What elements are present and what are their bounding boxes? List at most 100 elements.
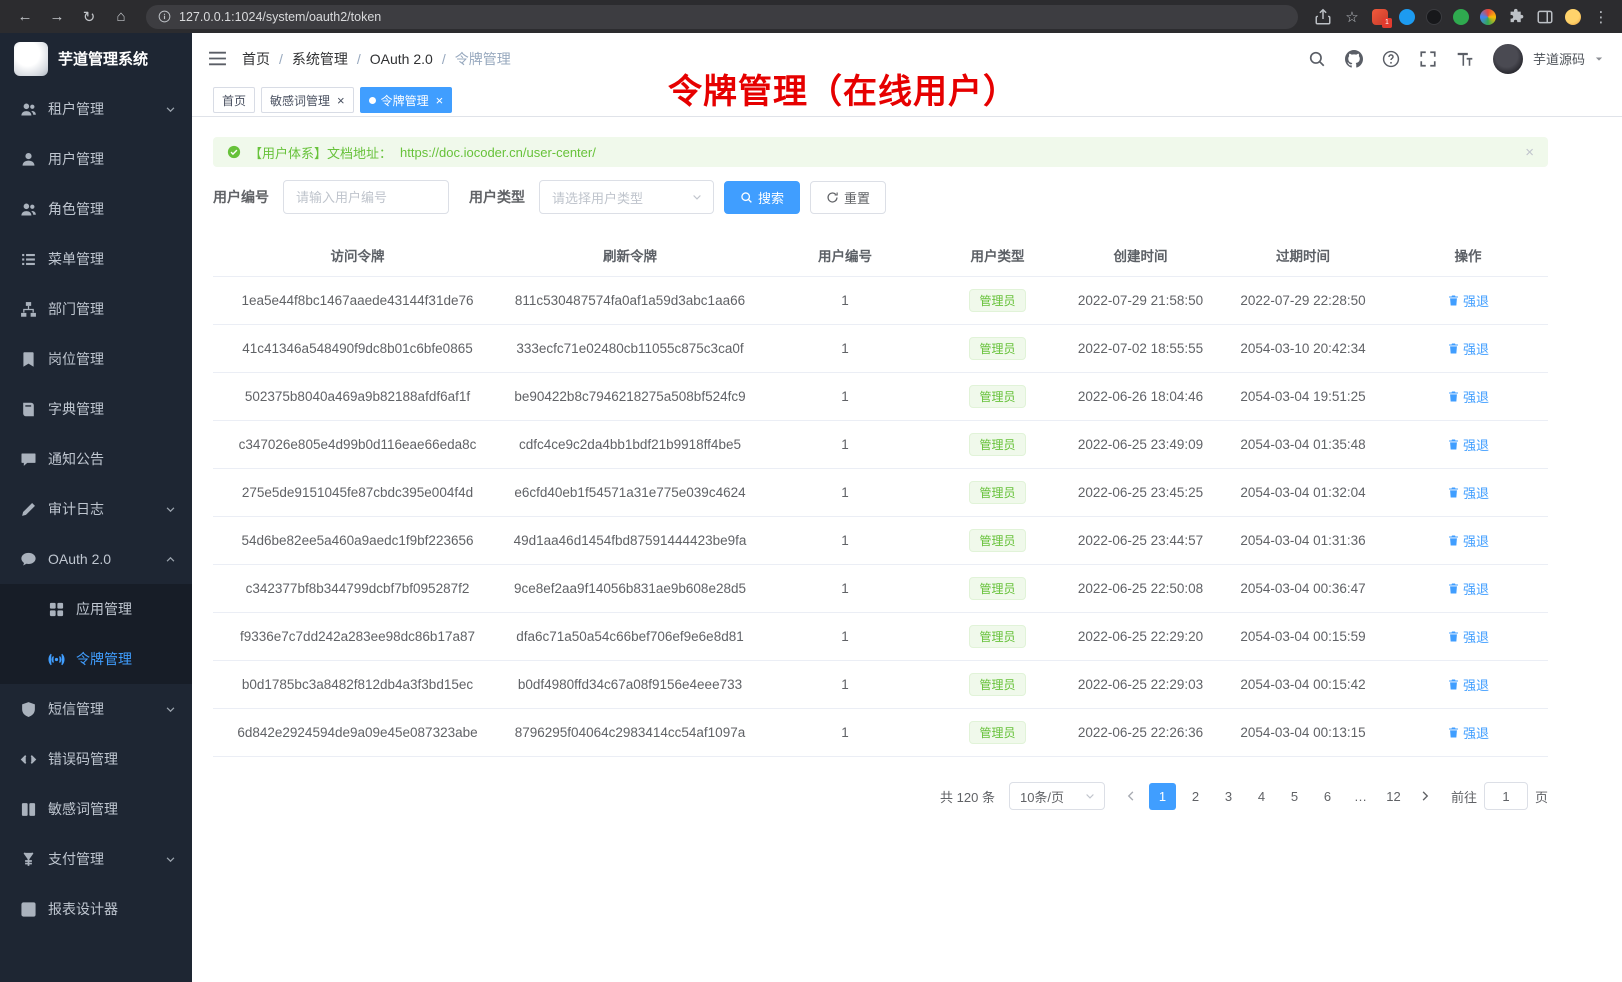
browser-extension-icon[interactable] [1480,9,1496,25]
goto-page-input[interactable] [1484,782,1528,810]
breadcrumb-item[interactable]: 首页 [242,49,270,69]
chevron-down-icon[interactable] [1594,54,1604,64]
force-logout-button[interactable]: 强退 [1447,579,1489,598]
sidebar-item-error-code[interactable]: 错误码管理 [0,734,192,784]
tab-token[interactable]: 令牌管理× [360,87,453,113]
sidebar-item-sensitive-words[interactable]: 敏感词管理 [0,784,192,834]
trash-icon [1447,534,1460,547]
page-button-4[interactable]: 4 [1248,783,1275,810]
browser-extension-icon[interactable] [1399,9,1415,25]
reset-button[interactable]: 重置 [810,181,886,214]
chevron-down-icon [165,104,176,115]
sidebar-item-oauth2[interactable]: OAuth 2.0 [0,534,192,584]
user-type-badge: 管理员 [969,529,1025,552]
browser-extension-icon[interactable]: 1 [1372,9,1388,25]
sidebar-collapse-icon[interactable] [208,51,227,66]
browser-extension-icon[interactable] [1426,9,1442,25]
font-size-icon[interactable] [1456,50,1474,68]
refresh-token-cell: e6cfd40eb1f54571a31e775e039c4624 [502,469,758,517]
fullscreen-icon[interactable] [1419,50,1437,68]
sidebar-item-dict[interactable]: 字典管理 [0,384,192,434]
user-type-select[interactable]: 请选择用户类型 [539,180,714,214]
browser-reload-icon[interactable]: ↻ [76,8,102,26]
sidebar-item-audit-log[interactable]: 审计日志 [0,484,192,534]
sidebar-item-role[interactable]: 角色管理 [0,184,192,234]
sidebar-item-label: 通知公告 [48,449,104,469]
badge-icon [20,351,37,368]
app-logo[interactable]: 芋道管理系统 [0,33,192,84]
tab-home[interactable]: 首页 [213,87,255,113]
sidebar-item-post[interactable]: 岗位管理 [0,334,192,384]
page-button-3[interactable]: 3 [1215,783,1242,810]
force-logout-button[interactable]: 强退 [1447,483,1489,502]
address-bar[interactable]: 127.0.0.1:1024/system/oauth2/token [146,5,1298,29]
page-button-5[interactable]: 5 [1281,783,1308,810]
sidebar-item-user[interactable]: 用户管理 [0,134,192,184]
expires-at-cell: 2054-03-04 00:36:47 [1218,565,1388,613]
page-button-12[interactable]: 12 [1380,783,1407,810]
url-text: 127.0.0.1:1024/system/oauth2/token [179,10,381,24]
user-id-input[interactable] [283,180,449,214]
sidebar-item-sms[interactable]: 短信管理 [0,684,192,734]
bookmark-star-icon[interactable]: ☆ [1343,8,1361,26]
sidebar-item-label: 菜单管理 [48,249,104,269]
breadcrumb-item[interactable]: 系统管理 [292,49,348,69]
created-at-cell: 2022-06-25 22:29:03 [1063,661,1218,709]
force-logout-button[interactable]: 强退 [1447,675,1489,694]
user-type-badge: 管理员 [969,625,1025,648]
expires-at-cell: 2054-03-04 00:13:15 [1218,709,1388,757]
close-icon[interactable]: × [436,94,444,107]
page-button-6[interactable]: 6 [1314,783,1341,810]
browser-menu-icon[interactable]: ⋮ [1592,8,1610,26]
extension-badge: 1 [1382,18,1392,28]
sidebar-item-tenant[interactable]: 租户管理 [0,84,192,134]
sidebar-item-oauth2-token[interactable]: 令牌管理 [0,634,192,684]
expires-at-cell: 2054-03-04 00:15:59 [1218,613,1388,661]
breadcrumb-item[interactable]: OAuth 2.0 [370,51,433,67]
force-logout-button[interactable]: 强退 [1447,723,1489,742]
browser-forward-icon[interactable]: → [44,8,70,25]
page-button-2[interactable]: 2 [1182,783,1209,810]
browser-extension-icon[interactable] [1453,9,1469,25]
sidebar-item-oauth2-app[interactable]: 应用管理 [0,584,192,634]
force-logout-button[interactable]: 强退 [1447,387,1489,406]
access-token-cell: 41c41346a548490f9dc8b01c6bfe0865 [213,325,502,373]
close-icon[interactable]: × [337,94,345,107]
search-icon [740,191,753,204]
force-logout-button[interactable]: 强退 [1447,339,1489,358]
pager-more-button[interactable]: … [1347,783,1374,810]
browser-profile-avatar[interactable] [1565,9,1581,25]
close-icon[interactable]: × [1525,144,1534,161]
user-type-label: 用户类型 [469,187,525,207]
share-icon[interactable] [1314,8,1332,26]
site-info-icon[interactable] [158,10,171,23]
search-button[interactable]: 搜索 [724,181,800,214]
force-logout-button[interactable]: 强退 [1447,291,1489,310]
force-logout-button[interactable]: 强退 [1447,627,1489,646]
next-page-button[interactable] [1413,782,1437,810]
sidebar-item-menu[interactable]: 菜单管理 [0,234,192,284]
table-body: 1ea5e44f8bc1467aaede43144f31de76811c5304… [213,277,1548,757]
github-icon[interactable] [1345,50,1363,68]
prev-page-button[interactable] [1119,782,1143,810]
browser-home-icon[interactable]: ⌂ [108,8,134,25]
doc-link[interactable]: https://doc.iocoder.cn/user-center/ [400,145,596,160]
sidebar-item-notice[interactable]: 通知公告 [0,434,192,484]
help-icon[interactable] [1382,50,1400,68]
search-icon[interactable] [1308,50,1326,68]
tab-sensitive-words[interactable]: 敏感词管理× [261,87,354,113]
page-button-1[interactable]: 1 [1149,783,1176,810]
user-avatar[interactable] [1493,44,1523,74]
sidebar-item-report-designer[interactable]: 报表设计器 [0,884,192,934]
side-panel-icon[interactable] [1536,8,1554,26]
force-logout-button[interactable]: 强退 [1447,531,1489,550]
user-name[interactable]: 芋道源码 [1533,49,1585,68]
created-at-cell: 2022-07-02 18:55:55 [1063,325,1218,373]
extensions-puzzle-icon[interactable] [1507,8,1525,26]
browser-back-icon[interactable]: ← [12,8,38,25]
force-logout-button[interactable]: 强退 [1447,435,1489,454]
page-size-select[interactable]: 10条/页 [1009,782,1105,810]
column-header: 创建时间 [1063,234,1218,277]
sidebar-item-pay[interactable]: 支付管理 [0,834,192,884]
sidebar-item-dept[interactable]: 部门管理 [0,284,192,334]
